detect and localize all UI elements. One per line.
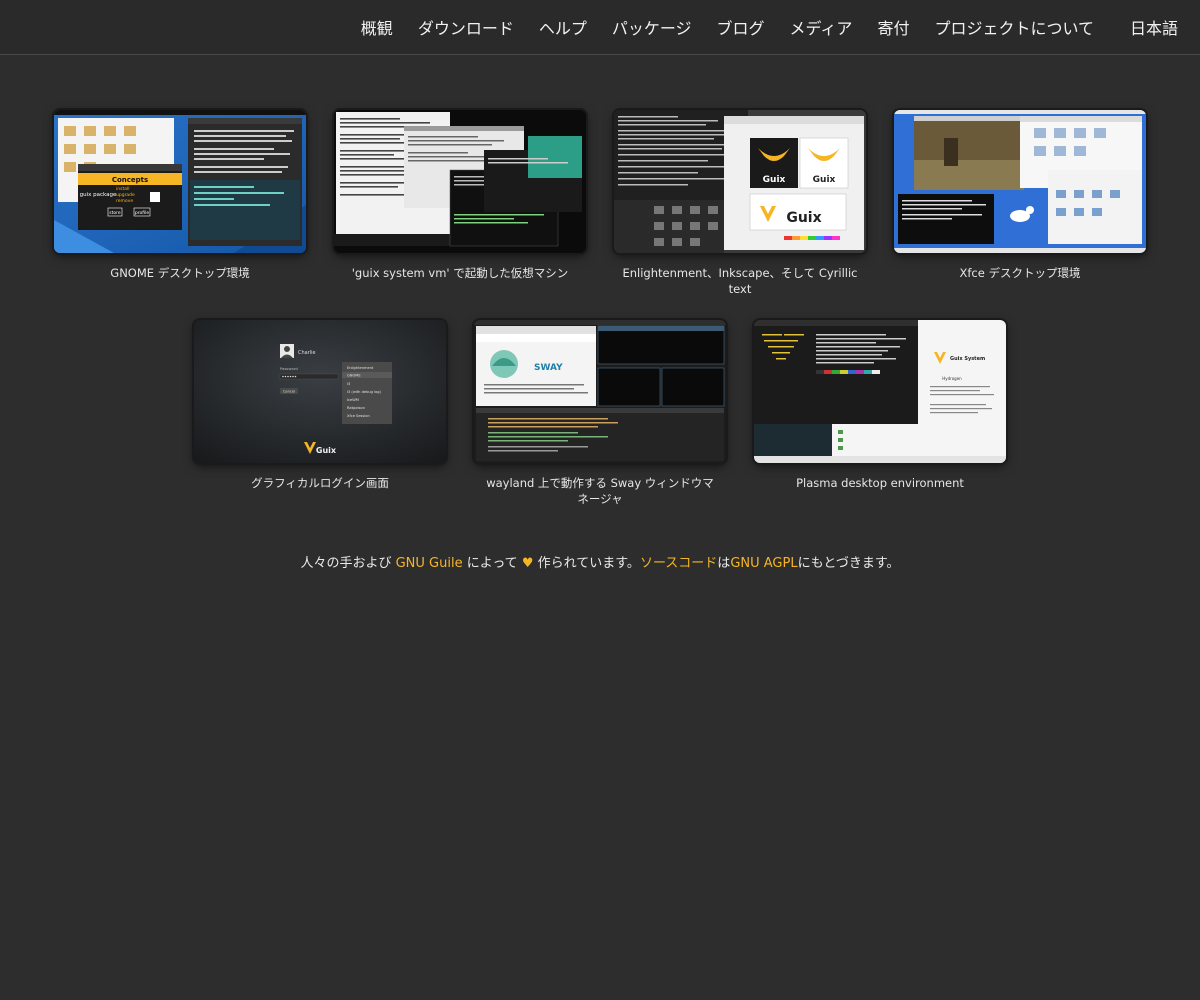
screenshot-sway[interactable]: SWAY (474, 320, 726, 463)
svg-text:Password: Password (280, 366, 298, 371)
svg-text:profile: profile (135, 210, 149, 216)
footer-middle: によって (462, 556, 522, 571)
svg-text:Charlie: Charlie (298, 350, 316, 356)
caption-xfce: Xfce デスクトップ環境 (959, 266, 1081, 280)
nav-download[interactable]: ダウンロード (418, 15, 514, 39)
enlightenment-screenshot-image: Guix Guix Guix (614, 110, 866, 253)
svg-text:install: install (116, 186, 129, 192)
svg-text:GNOME: GNOME (347, 374, 361, 378)
caption-vm: 'guix system vm' で起動した仮想マシン (351, 266, 569, 280)
gallery-item-sway: SWAY wayland 上で動作する Sway ウィンドウマネージャ (474, 320, 726, 507)
footer-prefix: 人々の手および (300, 556, 396, 571)
nav-packages[interactable]: パッケージ (612, 15, 692, 39)
caption-sway: wayland 上で動作する Sway ウィンドウマネージャ (486, 476, 714, 506)
caption-plasma: Plasma desktop environment (796, 476, 964, 490)
gallery-item-vm: 'guix system vm' で起動した仮想マシン (334, 110, 586, 281)
screenshot-login[interactable]: Charlie Password Cancel Enlightenment GN… (194, 320, 446, 463)
site-footer: 人々の手および GNU Guile によって ♥ 作られています。ソースコードは… (0, 552, 1200, 571)
caption-login: グラフィカルログイン画面 (251, 476, 389, 490)
screenshot-vm[interactable] (334, 110, 586, 253)
footer-ha: は (717, 556, 731, 571)
svg-text:Enlightenment: Enlightenment (347, 366, 374, 370)
screenshot-xfce[interactable] (894, 110, 1146, 253)
plasma-screenshot-image: Guix System Hydrogen (754, 320, 1006, 463)
svg-text:Cancel: Cancel (283, 390, 295, 394)
screenshot-gnome[interactable]: Concepts guix package install upgrade re… (54, 110, 306, 253)
svg-text:store: store (109, 210, 121, 216)
svg-text:Guix: Guix (813, 175, 836, 185)
gallery-item-xfce: Xfce デスクトップ環境 (894, 110, 1146, 281)
gnome-screenshot-image: Concepts guix package install upgrade re… (54, 110, 306, 253)
xfce-screenshot-image (894, 110, 1146, 253)
svg-text:guix package: guix package (80, 192, 117, 198)
svg-text:IceWM: IceWM (347, 398, 359, 402)
nav-overview[interactable]: 概観 (361, 15, 393, 39)
footer-source-link[interactable]: ソースコード (640, 556, 717, 571)
screenshot-plasma[interactable]: Guix System Hydrogen (754, 320, 1006, 463)
svg-text:i3 (with debug log): i3 (with debug log) (347, 390, 382, 394)
svg-text:Guix: Guix (763, 175, 786, 185)
vm-screenshot-image (334, 110, 586, 253)
language-selector[interactable]: 日本語 (1130, 15, 1178, 39)
footer-guile-link[interactable]: GNU Guile (396, 556, 463, 571)
sway-screenshot-image: SWAY (474, 320, 726, 463)
svg-text:i3: i3 (347, 382, 350, 386)
login-screenshot-image: Charlie Password Cancel Enlightenment GN… (194, 320, 446, 463)
gallery-item-enlightenment: Guix Guix Guix Enlightenment、Inkscape、そし… (614, 110, 866, 297)
svg-text:Guix: Guix (316, 446, 337, 455)
footer-built: 作られています。 (533, 556, 640, 571)
top-navigation-bar: 概観 ダウンロード ヘルプ パッケージ ブログ メディア 寄付 プロジェクトにつ… (0, 0, 1200, 55)
svg-text:Guix: Guix (786, 210, 821, 226)
footer-suffix: にもとづきます。 (797, 556, 900, 571)
footer-license-link[interactable]: GNU AGPL (730, 556, 797, 571)
nav-help[interactable]: ヘルプ (539, 15, 587, 39)
caption-enlightenment: Enlightenment、Inkscape、そして Cyrillic text (622, 266, 858, 296)
svg-text:Xfce Session: Xfce Session (347, 414, 370, 418)
svg-text:upgrade: upgrade (116, 192, 135, 198)
main-nav: 概観 ダウンロード ヘルプ パッケージ ブログ メディア 寄付 プロジェクトにつ… (336, 15, 1178, 39)
svg-text:Concepts: Concepts (112, 176, 148, 184)
nav-donate[interactable]: 寄付 (877, 15, 909, 39)
nav-about[interactable]: プロジェクトについて (934, 15, 1094, 39)
svg-text:Ratpoison: Ratpoison (347, 406, 365, 410)
svg-text:remove: remove (116, 198, 133, 204)
svg-text:Guix System: Guix System (950, 356, 985, 362)
svg-text:SWAY: SWAY (534, 363, 563, 373)
caption-gnome: GNOME デスクトップ環境 (110, 266, 250, 280)
gallery-item-plasma: Guix System Hydrogen Plasma desktop envi… (754, 320, 1006, 491)
nav-media[interactable]: メディア (790, 15, 853, 39)
svg-text:Hydrogen: Hydrogen (942, 376, 962, 381)
screenshot-enlightenment[interactable]: Guix Guix Guix (614, 110, 866, 253)
gallery-item-login: Charlie Password Cancel Enlightenment GN… (194, 320, 446, 491)
heart-icon: ♥ (521, 556, 534, 571)
gallery-item-gnome: Concepts guix package install upgrade re… (54, 110, 306, 281)
nav-blog[interactable]: ブログ (717, 15, 765, 39)
